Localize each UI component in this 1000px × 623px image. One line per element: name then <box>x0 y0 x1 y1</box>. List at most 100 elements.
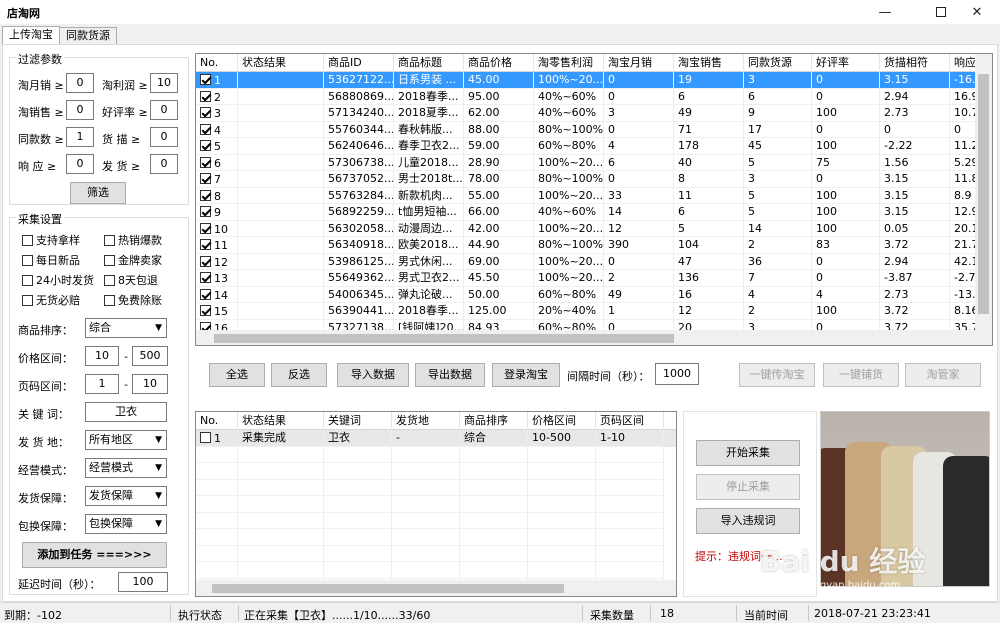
column-header[interactable]: 淘零售利润 <box>534 54 604 72</box>
row-checkbox[interactable] <box>200 255 211 267</box>
row-checkbox[interactable] <box>200 189 211 201</box>
column-header[interactable]: 状态结果 <box>238 412 324 430</box>
scroll-thumb[interactable] <box>212 584 564 593</box>
column-header[interactable]: 好评率 <box>812 54 880 72</box>
sort-select[interactable]: 综合 ▼ <box>85 318 167 338</box>
filter-input[interactable]: 0 <box>150 100 178 120</box>
filter-input[interactable]: 0 <box>150 127 178 147</box>
one-click-upload-button[interactable]: 一键传淘宝 <box>739 363 815 387</box>
row-checkbox[interactable] <box>200 156 211 168</box>
filter-input[interactable]: 0 <box>66 73 94 93</box>
row-checkbox[interactable] <box>200 173 211 184</box>
filter-input[interactable]: 0 <box>66 154 94 174</box>
price-max-input[interactable]: 500 <box>132 346 168 366</box>
column-header[interactable]: 关键词 <box>324 412 392 430</box>
start-collect-button[interactable]: 开始采集 <box>696 440 800 466</box>
table-row[interactable]: 8 55763284... 新款机肉... 55.00 100%~20... 33 11 5 1… <box>196 187 992 204</box>
minimize-button[interactable]: — <box>862 0 908 24</box>
price-min-input[interactable]: 10 <box>85 346 119 366</box>
checkbox-24h-ship[interactable]: 24小时发货 <box>22 272 94 288</box>
checkbox-sample[interactable]: 支持拿样 <box>22 232 80 248</box>
filter-input[interactable]: 0 <box>66 100 94 120</box>
product-grid[interactable]: No. 状态结果 商品ID 商品标题 商品价格 淘零售利润 淘宝月销 淘宝销售 同款货源 好评率货… <box>195 53 993 346</box>
table-row[interactable]: 7 56737052... 男士2018t... 78.00 80%~100% 0 8 3 0 3… <box>196 171 992 188</box>
mode-select[interactable]: 经营模式 ▼ <box>85 458 167 478</box>
row-checkbox[interactable] <box>200 90 211 102</box>
filter-input[interactable]: 10 <box>150 73 178 93</box>
filter-input[interactable]: 1 <box>66 127 94 147</box>
guarantee-select[interactable]: 发货保障 ▼ <box>85 486 167 506</box>
checkbox-hot[interactable]: 热销爆款 <box>104 232 162 248</box>
close-button[interactable]: ✕ <box>954 0 1000 24</box>
column-header[interactable]: 商品ID <box>324 54 394 72</box>
checkbox-8day-return[interactable]: 8天包退 <box>104 272 158 288</box>
scroll-thumb[interactable] <box>978 74 989 314</box>
checkbox-daily-new[interactable]: 每日新品 <box>22 252 80 268</box>
tab-upload-taobao[interactable]: 上传淘宝 <box>2 26 60 45</box>
table-row[interactable]: 14 54006345... 弹丸论破... 50.00 60%~80% 49 16 4 4 2.… <box>196 286 992 303</box>
add-task-button[interactable]: 添加到任务 ===>>> <box>22 542 167 568</box>
row-checkbox[interactable] <box>200 432 211 443</box>
column-header[interactable]: 状态结果 <box>238 54 324 72</box>
table-row[interactable]: 15 56390441... 2018春季... 125.00 20%~40% 1 12 2 1… <box>196 303 992 320</box>
table-row[interactable]: 10 56302058... 动漫周边... 42.00 100%~20... 12 5 14… <box>196 220 992 237</box>
interval-input[interactable]: 1000 <box>655 363 699 385</box>
one-click-spread-button[interactable]: 一键铺货 <box>823 363 899 387</box>
row-checkbox[interactable] <box>200 107 211 118</box>
checkbox-free[interactable]: 免费除账 <box>104 292 162 308</box>
invert-selection-button[interactable]: 反选 <box>271 363 327 387</box>
login-taobao-button[interactable]: 登录淘宝 <box>492 363 560 387</box>
row-checkbox[interactable] <box>200 222 211 234</box>
column-header[interactable]: 淘宝月销 <box>604 54 674 72</box>
task-grid[interactable]: No. 状态结果 关键词 发货地 商品排序 价格区间 页码区间 1 采集完成 卫衣 - 综合 10-5… <box>195 411 677 597</box>
task-horizontal-scrollbar[interactable] <box>196 580 676 596</box>
column-header[interactable]: No. <box>196 54 238 72</box>
scroll-thumb[interactable] <box>214 334 674 343</box>
product-horizontal-scrollbar[interactable] <box>196 330 992 345</box>
product-vertical-scrollbar[interactable] <box>975 54 992 330</box>
table-row[interactable]: 5 56240646... 春季卫衣2... 59.00 60%~80% 4 178 45 10… <box>196 138 992 155</box>
task-row[interactable]: 1 采集完成 卫衣 - 综合 10-500 1-10 <box>196 430 676 447</box>
table-row[interactable]: 12 53986125... 男式休闲... 69.00 100%~20... 0 47 36… <box>196 253 992 270</box>
import-data-button[interactable]: 导入数据 <box>337 363 409 387</box>
table-row[interactable]: 4 55760344... 春秋韩版... 88.00 80%~100% 0 71 17 0 0 0 <box>196 121 992 138</box>
table-row[interactable]: 1 53627122... 日系男装 ... 45.00 100%~20... 0 19 3 0… <box>196 72 992 89</box>
row-checkbox[interactable] <box>200 239 211 250</box>
column-header[interactable]: No. <box>196 412 238 430</box>
row-checkbox[interactable] <box>200 288 211 300</box>
keyword-input[interactable]: 卫衣 <box>85 402 167 422</box>
table-row[interactable]: 9 56892259... t恤男短袖... 66.00 40%~60% 14 6 5 100 3… <box>196 204 992 221</box>
column-header[interactable]: 商品价格 <box>464 54 534 72</box>
table-row[interactable]: 3 57134240... 2018夏季... 62.00 40%~60% 3 49 9 100… <box>196 105 992 122</box>
checkbox-out-of-stock[interactable]: 无货必赔 <box>22 292 80 308</box>
table-row[interactable]: 6 57306738... 儿童2018... 28.90 100%~20... 6 40 5… <box>196 154 992 171</box>
checkbox-gold-seller[interactable]: 金牌卖家 <box>104 252 162 268</box>
column-header[interactable]: 商品标题 <box>394 54 464 72</box>
column-header[interactable]: 价格区间 <box>528 412 596 430</box>
filter-input[interactable]: 0 <box>150 154 178 174</box>
column-header[interactable]: 页码区间 <box>596 412 664 430</box>
row-checkbox[interactable] <box>200 206 211 217</box>
tab-same-source[interactable]: 同款货源 <box>59 27 117 45</box>
row-checkbox[interactable] <box>200 123 211 135</box>
select-all-button[interactable]: 全选 <box>209 363 265 387</box>
row-checkbox[interactable] <box>200 305 211 316</box>
taobao-manager-button[interactable]: 淘管家 <box>905 363 981 387</box>
delay-input[interactable]: 100 <box>118 572 168 592</box>
export-data-button[interactable]: 导出数据 <box>415 363 485 387</box>
column-header[interactable]: 商品排序 <box>460 412 528 430</box>
column-header[interactable]: 淘宝销售 <box>674 54 744 72</box>
row-checkbox[interactable] <box>200 74 211 85</box>
stop-collect-button[interactable]: 停止采集 <box>696 474 800 500</box>
table-row[interactable]: 2 56880869... 2018春季... 95.00 40%~60% 0 6 6 0 2.9… <box>196 88 992 105</box>
row-checkbox[interactable] <box>200 272 211 283</box>
exchange-select[interactable]: 包换保障 ▼ <box>85 514 167 534</box>
column-header[interactable]: 同款货源 <box>744 54 812 72</box>
table-row[interactable]: 11 56340918... 欧美2018... 44.90 80%~100% 390 10… <box>196 237 992 254</box>
page-min-input[interactable]: 1 <box>85 374 119 394</box>
page-max-input[interactable]: 10 <box>132 374 168 394</box>
column-header[interactable]: 发货地 <box>392 412 460 430</box>
table-row[interactable]: 13 55649362... 男式卫衣2... 45.50 100%~20... 2 136… <box>196 270 992 287</box>
import-violation-button[interactable]: 导入违规词 <box>696 508 800 534</box>
filter-button[interactable]: 筛选 <box>70 182 126 204</box>
